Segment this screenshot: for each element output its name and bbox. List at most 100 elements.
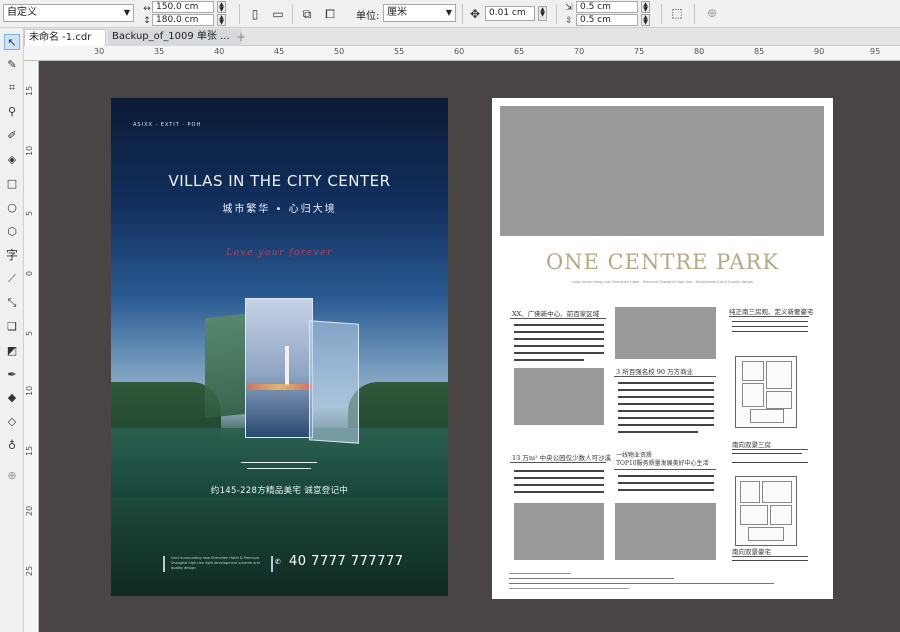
footer-line [509, 588, 629, 589]
transparency-tool-icon[interactable]: ◩ [4, 343, 20, 359]
text-line [732, 462, 808, 463]
heading-1: XX、广佛新中心、前百家区域 [512, 310, 600, 318]
doc-title: ONE CENTRE PARK [545, 250, 780, 274]
ruler-label: 75 [634, 47, 645, 56]
ellipse-tool-icon[interactable]: ○ [4, 200, 20, 216]
text-line [732, 326, 808, 327]
ruler-label: 5 [25, 210, 34, 216]
dup-x-spinner[interactable]: ▲ ▼ [641, 1, 650, 13]
add-icon[interactable]: ⊕ [704, 5, 720, 21]
text-line [618, 431, 698, 433]
rectangle-tool-icon[interactable]: □ [4, 176, 20, 192]
text-line [618, 417, 714, 419]
current-page-icon[interactable]: ⧠ [322, 6, 338, 22]
freehand-tool-icon[interactable]: ✐ [4, 128, 20, 144]
shape-tool-icon[interactable]: ✎ [4, 57, 20, 73]
divider-line [247, 468, 311, 469]
toolbox: ↖ ✎ ⌗ ⚲ ✐ ◈ □ ○ ⬡ 字 ⟋ ⤡ ❑ ◩ ✒ ◆ ◇ ♁ ⊕ [0, 28, 24, 632]
dup-y-field[interactable]: 0.5 cm [576, 14, 638, 26]
outline-pen-icon[interactable]: ♁ [4, 438, 20, 454]
connector-tool-icon[interactable]: ⤡ [4, 295, 20, 311]
separator [292, 4, 293, 24]
bracket-right [271, 556, 273, 572]
units-label: 单位: [356, 11, 380, 22]
text-line [514, 352, 604, 354]
crop-tool-icon[interactable]: ⌗ [4, 80, 20, 96]
city-lights [247, 384, 311, 390]
portrait-icon[interactable]: ▯ [247, 6, 263, 22]
text-line [514, 477, 604, 479]
nudge-field[interactable]: 0.01 cm [485, 6, 535, 21]
heading-5: 纯正南三房观、定义新奢豪宅 [729, 308, 814, 316]
nudge-spinner[interactable]: ▲ ▼ [538, 6, 547, 21]
height-spinner[interactable]: ▲ ▼ [217, 14, 226, 26]
room [762, 481, 792, 503]
dup-y-icon: ⇳ [565, 16, 573, 26]
poster-artwork[interactable]: ASIXX · EXTIT · POH VILLAS IN THE CITY C… [111, 98, 448, 596]
nudge-icon: ✥ [469, 7, 481, 21]
poster-title: VILLAS IN THE CITY CENTER [168, 172, 391, 190]
poster-info: 约145-228方精品美宅 诚意登记中 [210, 486, 349, 496]
dup-x-value: 0.5 cm [580, 2, 611, 12]
footer-line [509, 578, 674, 579]
interactive-fill-icon[interactable]: ◆ [4, 390, 20, 406]
preset-select[interactable]: 自定义 ▼ [3, 4, 134, 22]
ruler-label: 40 [214, 47, 225, 56]
room [766, 391, 792, 409]
ruler-label: 45 [274, 47, 285, 56]
dup-y-spinner[interactable]: ▲ ▼ [641, 14, 650, 26]
polygon-tool-icon[interactable]: ⬡ [4, 224, 20, 240]
color-eyedropper-icon[interactable]: ✒ [4, 367, 20, 383]
text-line [618, 410, 714, 412]
floorplan-1 [735, 356, 797, 428]
ruler-label: 50 [334, 47, 345, 56]
separator [462, 4, 463, 24]
text-line [618, 489, 714, 491]
ruler-label: 25 [25, 565, 34, 576]
page-frame-icon[interactable]: ⬚ [669, 5, 685, 21]
dimension-tool-icon[interactable]: ⟋ [4, 271, 20, 287]
image-placeholder [514, 368, 604, 425]
poster-subtitle: 城市繁华 • 心归大境 [222, 204, 337, 215]
rule [729, 316, 809, 317]
shadow-tool-icon[interactable]: ❑ [4, 319, 20, 335]
text-line [732, 560, 808, 561]
document-page[interactable]: ONE CENTRE PARK Luxe surrounding new She… [492, 98, 833, 599]
text-tool-icon[interactable]: 字 [4, 247, 20, 263]
width-field[interactable]: 150.0 cm [152, 1, 214, 13]
landscape-icon[interactable]: ▭ [270, 6, 286, 22]
ruler-label: 60 [454, 47, 465, 56]
units-select[interactable]: 厘米 ▼ [383, 4, 456, 22]
height-value: 180.0 cm [156, 15, 199, 25]
smart-fill-icon[interactable]: ◈ [4, 152, 20, 168]
zoom-tool-icon[interactable]: ⚲ [4, 104, 20, 120]
room [740, 481, 760, 503]
rule [510, 318, 606, 319]
tab-untitled[interactable]: 未命名 -1.cdr [24, 29, 106, 46]
poster-brand: ASIXX · EXTIT · POH [133, 122, 202, 128]
dup-y-value: 0.5 cm [580, 15, 611, 25]
dup-x-field[interactable]: 0.5 cm [576, 1, 638, 13]
width-spinner[interactable]: ▲ ▼ [217, 1, 226, 13]
rule [614, 469, 716, 470]
pick-tool-icon[interactable]: ↖ [4, 34, 20, 50]
smart-fill-icon[interactable]: ◇ [4, 414, 20, 430]
ruler-label: 20 [25, 505, 34, 516]
tab-label: 未命名 -1.cdr [29, 32, 92, 43]
add-tool-icon[interactable]: ⊕ [4, 468, 20, 484]
document-tabs: 未命名 -1.cdr Backup_of_1009 单张 ... + [24, 28, 900, 46]
new-tab-icon[interactable]: + [236, 30, 246, 44]
phone-icon: ✆ [275, 558, 281, 566]
height-field[interactable]: 180.0 cm [152, 14, 214, 26]
text-line [514, 324, 604, 326]
all-pages-icon[interactable]: ⧉ [299, 6, 315, 22]
ruler-label: 10 [25, 145, 34, 156]
property-bar: 自定义 ▼ ↔ ↕ 150.0 cm 180.0 cm ▲ ▼ ▲ ▼ ▯ ▭ ⧉ … [0, 0, 900, 28]
text-line [618, 403, 714, 405]
rule [614, 376, 716, 377]
image-placeholder [615, 307, 716, 359]
tv-tower [285, 346, 289, 386]
tab-backup[interactable]: Backup_of_1009 单张 ... [108, 29, 242, 46]
text-line [618, 475, 714, 477]
ruler-label: 55 [394, 47, 405, 56]
